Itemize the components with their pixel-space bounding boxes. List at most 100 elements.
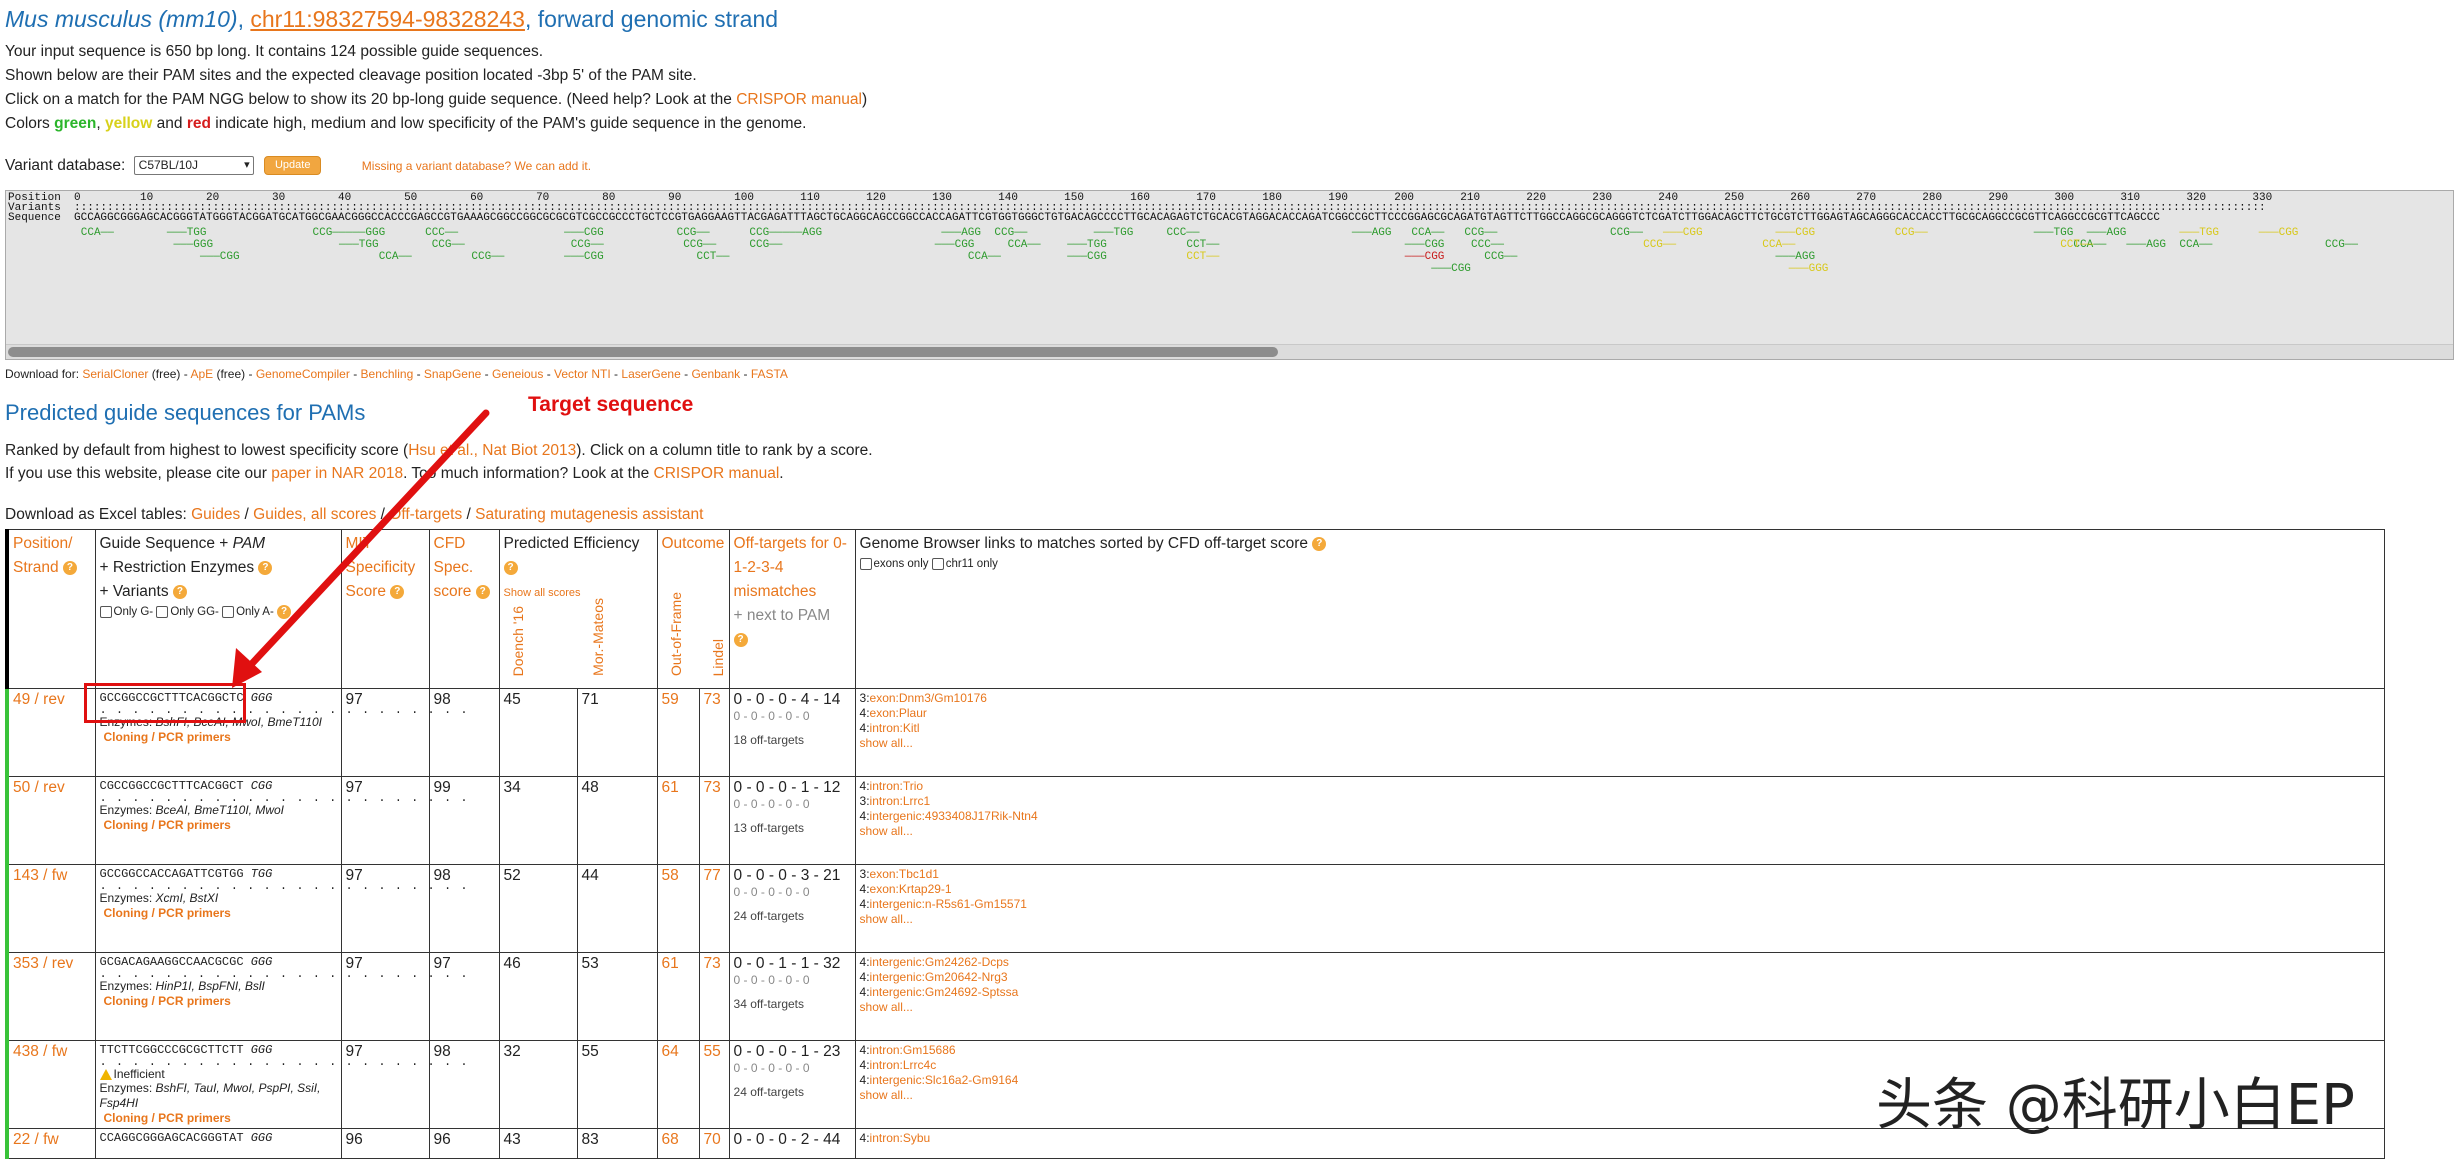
pam-mark-0[interactable]: CCA—— (81, 227, 114, 239)
cloning-primers-link[interactable]: Cloning / PCR primers (100, 906, 337, 920)
out-of-frame-score[interactable]: 61 (662, 955, 679, 972)
help-icon[interactable]: ? (503, 560, 518, 575)
out-of-frame-score[interactable]: 61 (662, 779, 679, 796)
pam-mark-23[interactable]: CCG—— (994, 227, 1027, 239)
pam-mark-29[interactable]: CCT—— (1186, 239, 1219, 251)
col-position-strand[interactable]: Position/ Strand ? (5, 529, 96, 689)
variant-database-select[interactable]: C57BL/10J ▾ (133, 156, 254, 175)
match-link[interactable]: intergenic:Gm24692-Sptssa (870, 985, 1019, 999)
only-g-checkbox[interactable] (99, 605, 112, 618)
match-link[interactable]: intron:Lrrc4c (870, 1058, 937, 1072)
scrollbar-thumb[interactable] (8, 347, 1278, 357)
lindel-score[interactable]: 55 (704, 1043, 721, 1060)
pam-mark-25[interactable]: ———TGG (1093, 227, 1134, 239)
col-doench-label[interactable]: Doench '16 (506, 606, 530, 676)
help-icon[interactable]: ? (258, 560, 273, 575)
match-link[interactable]: intron:Sybu (870, 1131, 931, 1145)
match-link[interactable]: intron:Lrrc1 (870, 794, 931, 808)
pam-mark-17[interactable]: CCG—— (749, 227, 782, 239)
chr11-only-checkbox[interactable] (931, 557, 944, 570)
help-icon[interactable]: ? (390, 584, 405, 599)
position-link[interactable]: 353 / rev (13, 955, 73, 972)
match-link[interactable]: intergenic:n-R5s61-Gm15571 (870, 897, 1027, 911)
col-lindel[interactable]: Lindel (706, 639, 730, 684)
pam-mark-14[interactable]: CCG—— (677, 227, 710, 239)
download-genomecompiler-link[interactable]: GenomeCompiler (256, 367, 350, 381)
hsu-link[interactable]: Hsu et al., Nat Biot 2013 (408, 442, 576, 459)
missing-variant-link[interactable]: Missing a variant database? We can add i… (362, 159, 591, 173)
pam-mark-3[interactable]: ———CGG (199, 251, 240, 263)
pam-mark-28[interactable]: CCC—— (1167, 227, 1200, 239)
download-vector-nti-link[interactable]: Vector NTI (554, 367, 611, 381)
show-all-scores-link[interactable]: Show all scores (504, 587, 581, 599)
position-link[interactable]: 438 / fw (13, 1043, 67, 1060)
pam-mark-55[interactable]: CCA—— (2179, 239, 2212, 251)
pam-mark-7[interactable]: CCA—— (379, 251, 412, 263)
match-link[interactable]: exon:Tbc1d1 (870, 867, 939, 881)
pam-mark-15[interactable]: CCG—— (683, 239, 716, 251)
col-cfd-score[interactable]: CFD Spec. score ? (428, 529, 500, 689)
cloning-primers-link[interactable]: Cloning / PCR primers (100, 730, 337, 744)
lindel-score[interactable]: 73 (704, 955, 721, 972)
col-mit-label[interactable]: MIT Specificity Score (346, 535, 416, 600)
download-genbank-link[interactable]: Genbank (691, 367, 740, 381)
pam-mark-36[interactable]: CCG—— (1464, 227, 1497, 239)
download-benchling-link[interactable]: Benchling (361, 367, 414, 381)
lindel-score[interactable]: 73 (704, 779, 721, 796)
pam-mark-32[interactable]: CCA—— (1411, 227, 1444, 239)
match-link[interactable]: intergenic:Gm24262-Dcps (870, 955, 1009, 969)
lindel-score[interactable]: 73 (704, 691, 721, 708)
excel-off-targetslink[interactable]: Off-targets (389, 506, 462, 523)
pam-mark-20[interactable]: ———AGG (940, 227, 981, 239)
pam-mark-8[interactable]: CCC—— (425, 227, 458, 239)
pam-mark-45[interactable]: ———GGG (1788, 263, 1829, 275)
pam-mark-31[interactable]: ———AGG (1351, 227, 1392, 239)
col-mor-mateos-label[interactable]: Mor.-Mateos (586, 598, 610, 676)
col-cfd-label[interactable]: CFD Spec. score (434, 535, 474, 600)
only-a-checkbox[interactable] (222, 605, 235, 618)
match-link[interactable]: intron:Kitl (870, 721, 920, 735)
lindel-score[interactable]: 77 (704, 867, 721, 884)
pam-mark-19[interactable]: CCG—— (749, 239, 782, 251)
crispor-manual-link[interactable]: CRISPOR manual (736, 91, 862, 108)
cloning-primers-link[interactable]: Cloning / PCR primers (100, 1111, 337, 1125)
pam-mark-22[interactable]: CCA—— (968, 251, 1001, 263)
pam-mark-50[interactable]: ———AGG (2125, 239, 2166, 251)
col-mit-score[interactable]: MIT Specificity Score ? (340, 529, 430, 689)
crispor-manual-link-2[interactable]: CRISPOR manual (654, 465, 780, 482)
pam-mark-47[interactable]: ———TGG (2033, 227, 2074, 239)
col-out-of-frame[interactable]: Out-of-Frame (664, 592, 688, 684)
pam-mark-9[interactable]: CCG—— (432, 239, 465, 251)
col-out-of-frame-label[interactable]: Out-of-Frame (664, 592, 688, 676)
match-link[interactable]: intergenic:Slc16a2-Gm9164 (870, 1073, 1019, 1087)
excel-guides-all-scoreslink[interactable]: Guides, all scores (253, 506, 376, 523)
match-link[interactable]: exon:Krtap29-1 (870, 882, 952, 896)
out-of-frame-score[interactable]: 58 (662, 867, 679, 884)
pam-mark-33[interactable]: ———CGG (1404, 239, 1445, 251)
download-fasta-link[interactable]: FASTA (751, 367, 788, 381)
pam-mark-2[interactable]: ———GGG (173, 239, 214, 251)
pam-mark-16[interactable]: CCT—— (697, 251, 730, 263)
pam-mark-44[interactable]: ———AGG (1775, 251, 1816, 263)
pam-mark-52[interactable]: ———TGG (2178, 227, 2219, 239)
position-link[interactable]: 143 / fw (13, 867, 67, 884)
pam-mark-12[interactable]: CCG—— (571, 239, 604, 251)
download-geneious-link[interactable]: Geneious (492, 367, 543, 381)
pam-mark-39[interactable]: CCG—— (1610, 227, 1643, 239)
help-icon[interactable]: ? (475, 584, 490, 599)
help-icon[interactable]: ? (733, 632, 748, 647)
pam-mark-53[interactable]: ———CGG (2258, 227, 2299, 239)
cloning-primers-link[interactable]: Cloning / PCR primers (100, 818, 337, 832)
excel-saturating-mutagenesis-assistantlink[interactable]: Saturating mutagenesis assistant (475, 506, 703, 523)
pam-mark-38[interactable]: CCG—— (1484, 251, 1517, 263)
pam-mark-51[interactable]: CCT—— (2060, 239, 2093, 251)
pam-mark-11[interactable]: ———CGG (563, 227, 604, 239)
pam-mark-42[interactable]: ———CGG (1775, 227, 1816, 239)
match-link[interactable]: intron:Gm15686 (870, 1043, 956, 1057)
pam-mark-21[interactable]: ———CGG (934, 239, 975, 251)
col-lindel-label[interactable]: Lindel (706, 639, 730, 676)
pam-mark-13[interactable]: ———CGG (563, 251, 604, 263)
pam-mark-4[interactable]: CCG—— (313, 227, 346, 239)
pam-mark-46[interactable]: CCG—— (1895, 227, 1928, 239)
pam-mark-27[interactable]: ———CGG (1066, 251, 1107, 263)
